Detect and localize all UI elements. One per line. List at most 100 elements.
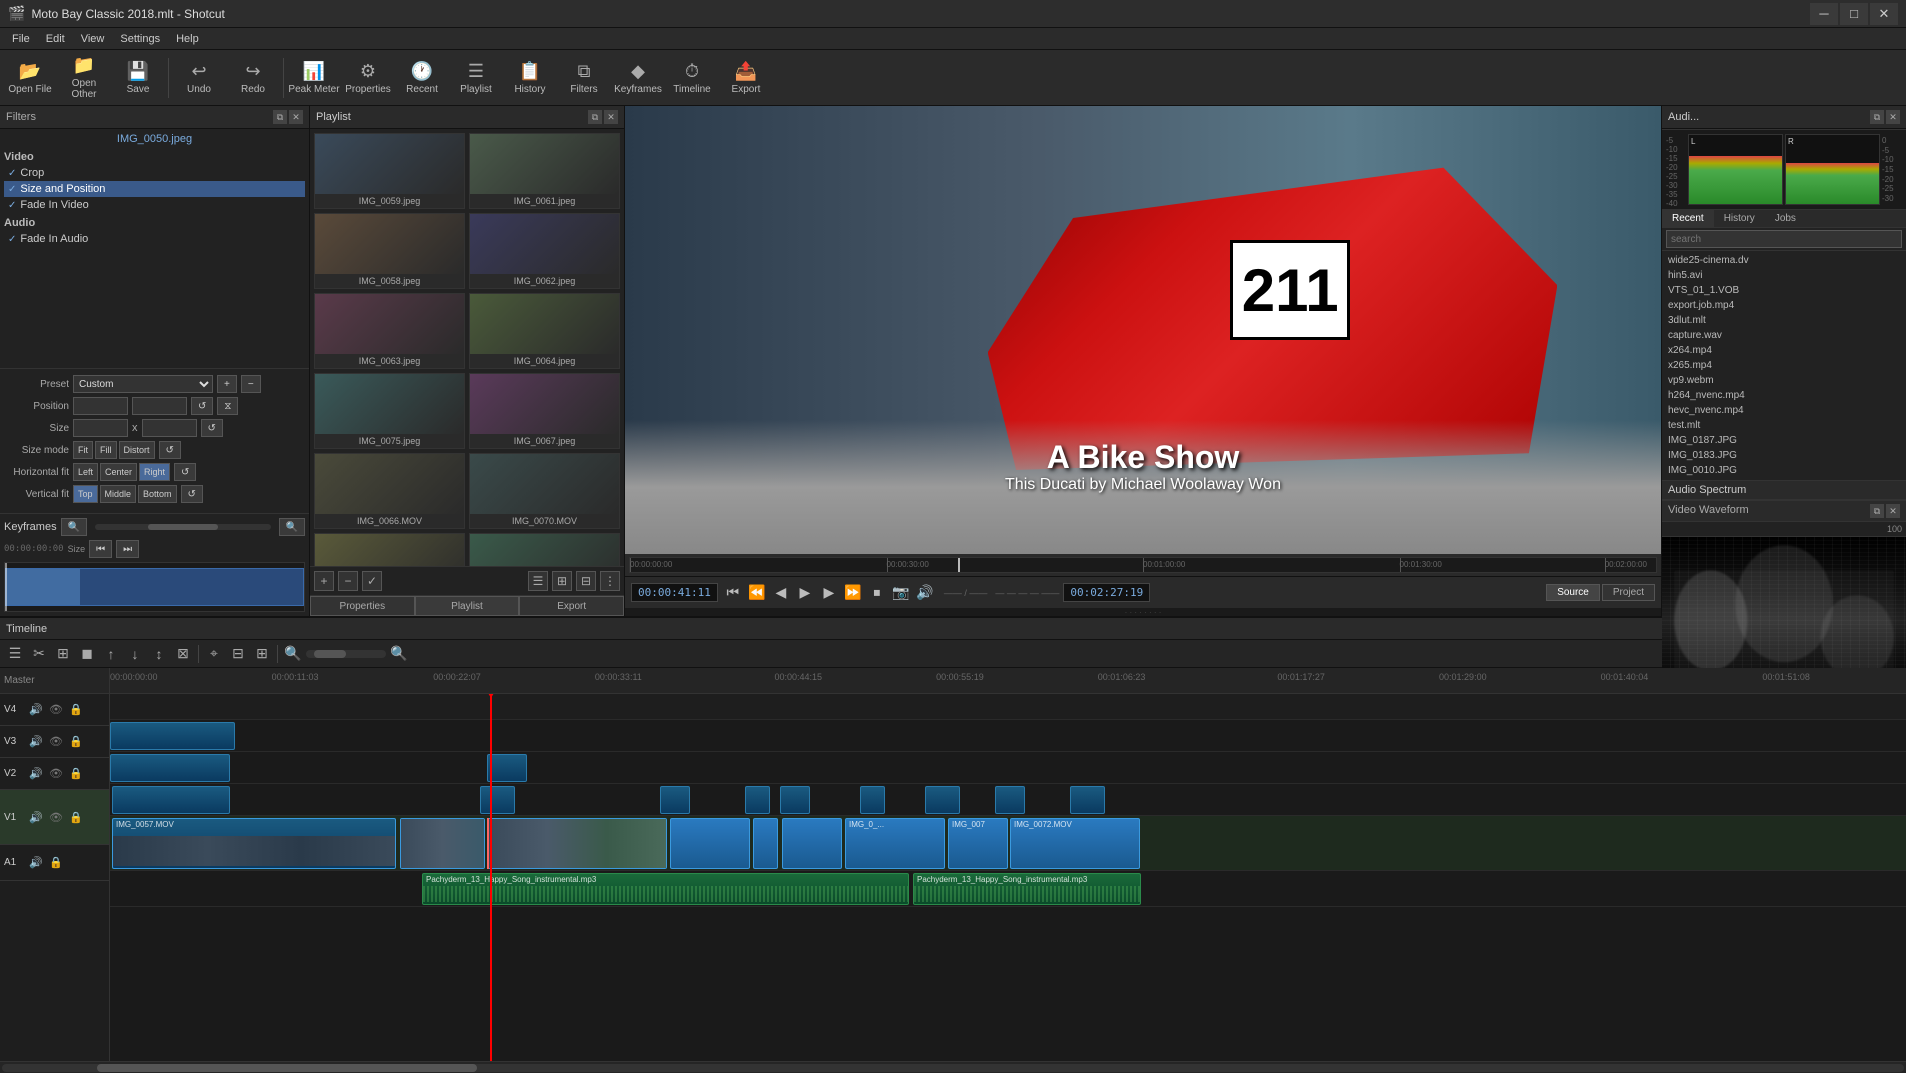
v2-clip-5[interactable] bbox=[780, 786, 810, 814]
playlist-button[interactable]: ☰ Playlist bbox=[450, 53, 502, 103]
track-v2-lock[interactable]: 🔒 bbox=[68, 766, 84, 782]
track-v2-audio[interactable]: 🔊 bbox=[28, 766, 44, 782]
v3-clip-1[interactable] bbox=[110, 754, 230, 782]
position-reset-button[interactable]: ↺ bbox=[191, 397, 213, 415]
transport-step-back[interactable]: ◀ bbox=[770, 582, 792, 604]
v1-clip-7[interactable]: IMG_0_... bbox=[845, 818, 945, 869]
redo-button[interactable]: ↪ Redo bbox=[227, 53, 279, 103]
timecode-in[interactable]: 00:00:41:11 bbox=[631, 583, 718, 602]
v2-clip-8[interactable] bbox=[995, 786, 1025, 814]
recent-item-7[interactable]: x265.mp4 bbox=[1664, 358, 1904, 373]
menu-settings[interactable]: Settings bbox=[112, 31, 168, 47]
preset-remove-button[interactable]: − bbox=[241, 375, 261, 393]
tl-razor[interactable]: ✂ bbox=[28, 643, 50, 665]
playlist-item-4[interactable]: IMG_0063.jpeg bbox=[314, 293, 465, 369]
v2-clip-3[interactable] bbox=[660, 786, 690, 814]
search-input[interactable] bbox=[1666, 230, 1902, 248]
recent-item-0[interactable]: wide25-cinema.dv bbox=[1664, 253, 1904, 268]
v1-clip-main[interactable]: IMG_0057.MOV bbox=[112, 818, 396, 869]
recent-tab[interactable]: Recent bbox=[1662, 210, 1714, 227]
transport-stop[interactable]: ⏹ bbox=[866, 582, 888, 604]
filters-button[interactable]: ⧉ Filters bbox=[558, 53, 610, 103]
timeline-scroll-track[interactable] bbox=[2, 1064, 1904, 1072]
track-v4-eye[interactable]: 👁 bbox=[48, 702, 64, 718]
playlist-item-10[interactable]: IMG_0071.MOV bbox=[314, 533, 465, 566]
v3-clip-2[interactable] bbox=[487, 754, 527, 782]
filter-crop[interactable]: ✓ Crop bbox=[4, 165, 305, 181]
jobs-tab[interactable]: Jobs bbox=[1765, 210, 1806, 227]
size-h-input[interactable]: 1132 bbox=[142, 419, 197, 437]
history-button[interactable]: 📋 History bbox=[504, 53, 556, 103]
transport-rewind[interactable]: ⏪ bbox=[746, 582, 768, 604]
v1-clip-3[interactable] bbox=[487, 818, 667, 869]
kf-prev[interactable]: ⏮ bbox=[89, 540, 112, 558]
playlist-detail-view[interactable]: ⊟ bbox=[576, 571, 596, 591]
playlist-confirm-button[interactable]: ✓ bbox=[362, 571, 382, 591]
open-other-button[interactable]: 📁 Open Other bbox=[58, 53, 110, 103]
playlist-item-5[interactable]: IMG_0064.jpeg bbox=[469, 293, 620, 369]
open-file-button[interactable]: 📂 Open File bbox=[4, 53, 56, 103]
v2-clip-1[interactable] bbox=[112, 786, 230, 814]
track-a1-audio[interactable]: 🔊 bbox=[28, 855, 44, 871]
recent-item-10[interactable]: hevc_nvenc.mp4 bbox=[1664, 403, 1904, 418]
h-fit-right[interactable]: Right bbox=[139, 463, 170, 481]
tl-menu[interactable]: ☰ bbox=[4, 643, 26, 665]
tab-export[interactable]: Export bbox=[519, 596, 624, 616]
track-v3-lock[interactable]: 🔒 bbox=[68, 734, 84, 750]
v-fit-bottom[interactable]: Bottom bbox=[138, 485, 177, 503]
minimize-button[interactable]: ─ bbox=[1810, 3, 1838, 25]
size-mode-reset[interactable]: ↺ bbox=[159, 441, 181, 459]
tl-zoom-out[interactable]: 🔍 bbox=[282, 643, 304, 665]
undo-button[interactable]: ↩ Undo bbox=[173, 53, 225, 103]
v1-clip-4[interactable] bbox=[670, 818, 750, 869]
v-fit-reset[interactable]: ↺ bbox=[181, 485, 203, 503]
playlist-menu-button[interactable]: ⋮ bbox=[600, 571, 620, 591]
v1-clip-2[interactable] bbox=[400, 818, 485, 869]
playlist-item-1[interactable]: IMG_0061.jpeg bbox=[469, 133, 620, 209]
filter-fade-in-video[interactable]: ✓ Fade In Video bbox=[4, 197, 305, 213]
menu-file[interactable]: File bbox=[4, 31, 38, 47]
timecode-out[interactable]: 00:02:27:19 bbox=[1063, 583, 1150, 602]
v1-clip-8[interactable]: IMG_007 bbox=[948, 818, 1008, 869]
recent-close-button[interactable]: ✕ bbox=[1886, 110, 1900, 124]
size-w-input[interactable]: 2013 bbox=[73, 419, 128, 437]
recent-float-button[interactable]: ⧉ bbox=[1870, 110, 1884, 124]
tl-sync[interactable]: ⊠ bbox=[172, 643, 194, 665]
size-mode-distort[interactable]: Distort bbox=[119, 441, 155, 459]
playlist-item-6[interactable]: IMG_0075.jpeg bbox=[314, 373, 465, 449]
tl-append[interactable]: ↑ bbox=[100, 643, 122, 665]
export-button[interactable]: 📤 Export bbox=[720, 53, 772, 103]
track-v3-eye[interactable]: 👁 bbox=[48, 734, 64, 750]
preset-select[interactable]: Custom bbox=[73, 375, 213, 393]
recent-item-4[interactable]: 3dlut.mlt bbox=[1664, 313, 1904, 328]
playlist-close-button[interactable]: ✕ bbox=[604, 110, 618, 124]
playlist-item-11[interactable]: IMG_0072.MOV bbox=[469, 533, 620, 566]
track-a1-lock[interactable]: 🔒 bbox=[48, 855, 64, 871]
v-fit-top[interactable]: Top bbox=[73, 485, 98, 503]
playlist-item-9[interactable]: IMG_0070.MOV bbox=[469, 453, 620, 529]
waveform-close[interactable]: ✕ bbox=[1886, 504, 1900, 518]
h-fit-reset[interactable]: ↺ bbox=[174, 463, 196, 481]
tl-down[interactable]: ↓ bbox=[124, 643, 146, 665]
playlist-item-2[interactable]: IMG_0058.jpeg bbox=[314, 213, 465, 289]
transport-step-fwd[interactable]: ▶ bbox=[818, 582, 840, 604]
menu-view[interactable]: View bbox=[73, 31, 113, 47]
close-button[interactable]: ✕ bbox=[1870, 3, 1898, 25]
preset-add-button[interactable]: + bbox=[217, 375, 237, 393]
v1-clip-9[interactable]: IMG_0072.MOV bbox=[1010, 818, 1140, 869]
history-tab[interactable]: History bbox=[1714, 210, 1765, 227]
track-v1-eye[interactable]: 👁 bbox=[48, 809, 64, 825]
tl-overwrite[interactable]: ◼ bbox=[76, 643, 98, 665]
v-fit-middle[interactable]: Middle bbox=[100, 485, 137, 503]
v2-clip-2[interactable] bbox=[480, 786, 515, 814]
v2-clip-7[interactable] bbox=[925, 786, 960, 814]
recent-item-8[interactable]: vp9.webm bbox=[1664, 373, 1904, 388]
tl-snap[interactable]: ⊟ bbox=[227, 643, 249, 665]
recent-button[interactable]: 🕐 Recent bbox=[396, 53, 448, 103]
transport-start[interactable]: ⏮ bbox=[722, 582, 744, 604]
recent-item-12[interactable]: IMG_0187.JPG bbox=[1664, 433, 1904, 448]
kf-zoom-out[interactable]: 🔍 bbox=[61, 518, 87, 536]
preview-tab-project[interactable]: Project bbox=[1602, 584, 1655, 601]
position-y-input[interactable]: -26 bbox=[132, 397, 187, 415]
timeline-scroll-thumb[interactable] bbox=[97, 1064, 477, 1072]
